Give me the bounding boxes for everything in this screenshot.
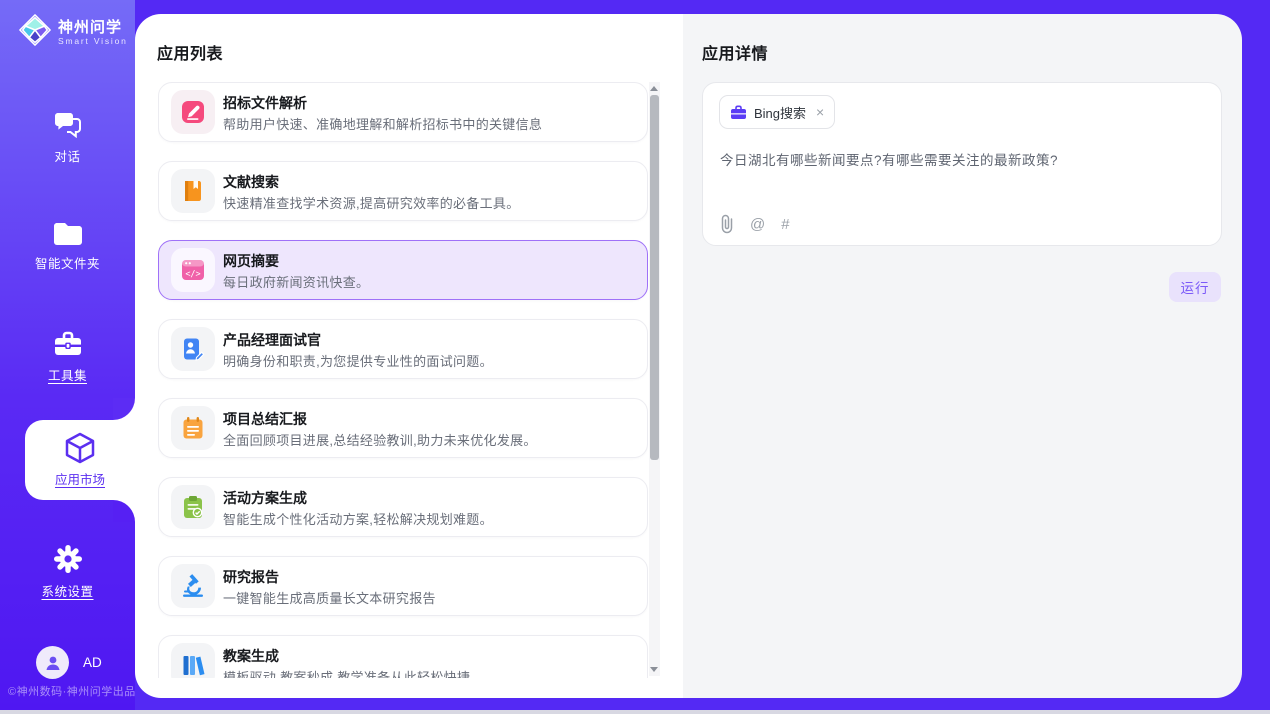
research-icon [171,564,215,608]
report-icon [171,406,215,450]
app-card-4[interactable]: 项目总结汇报全面回顾项目进展,总结经验教训,助力未来优化发展。 [158,398,648,458]
app-description: 每日政府新闻资讯快查。 [223,272,369,291]
avatar[interactable] [36,646,69,679]
app-list: 招标文件解析帮助用户快速、准确地理解和解析招标书中的关键信息文献搜索快速精准查找… [158,82,648,678]
cube-icon [65,432,95,464]
sidebar-item-label: 应用市场 [55,469,105,488]
sidebar-item-4[interactable]: 系统设置 [0,545,135,600]
sidebar-item-3[interactable]: 应用市场 [25,420,135,500]
app-name: 项目总结汇报 [223,409,307,429]
chat-icon [54,111,82,138]
app-description: 智能生成个性化活动方案,轻松解决规划难题。 [223,509,493,528]
sidebar-item-label: 系统设置 [41,581,93,600]
app-card-2[interactable]: </> 网页摘要每日政府新闻资讯快查。 [158,240,648,300]
app-name: 活动方案生成 [223,488,307,508]
app-name: 网页摘要 [223,251,279,271]
app-card-6[interactable]: 研究报告一键智能生成高质量长文本研究报告 [158,556,648,616]
person-icon [44,654,62,672]
attach-toolbar: @ # [720,214,790,234]
sidebar-item-label: 智能文件夹 [35,253,100,272]
app-card-5[interactable]: 活动方案生成智能生成个性化活动方案,轻松解决规划难题。 [158,477,648,537]
scrollbar[interactable] [649,82,660,676]
paperclip-icon[interactable] [720,214,734,234]
sidebar-item-2[interactable]: 工具集 [0,330,135,384]
app-name: 产品经理面试官 [223,330,321,350]
app-name: 研究报告 [223,567,279,587]
app-logo: 神州问学 Smart Vision [18,13,128,52]
app-list-panel: 应用列表 招标文件解析帮助用户快速、准确地理解和解析招标书中的关键信息文献搜索快… [135,14,683,698]
bottom-strip [0,710,1270,714]
prompt-card: Bing搜索 × 今日湖北有哪些新闻要点?有哪些需要关注的最新政策? @ # [702,82,1222,246]
svg-text:</>: </> [185,270,200,280]
app-description: 帮助用户快速、准确地理解和解析招标书中的关键信息 [223,114,542,133]
app-list-title: 应用列表 [157,40,223,64]
app-card-0[interactable]: 招标文件解析帮助用户快速、准确地理解和解析招标书中的关键信息 [158,82,648,142]
tool-tag-bing-search[interactable]: Bing搜索 × [719,95,835,129]
briefcase-icon [730,105,747,120]
app-name: 招标文件解析 [223,93,307,113]
app-description: 模板驱动,教案秒成,教学准备从此轻松快捷 [223,667,470,678]
copyright-footer: ©神州数码·神州问学出品 [8,683,136,699]
book-icon [171,169,215,213]
sidebar-item-0[interactable]: 对话 [0,111,135,165]
bubble-fillet-top [113,398,135,420]
app-card-7[interactable]: 教案生成模板驱动,教案秒成,教学准备从此轻松快捷 [158,635,648,678]
interview-icon [171,327,215,371]
app-description: 一键智能生成高质量长文本研究报告 [223,588,436,607]
query-input[interactable]: 今日湖北有哪些新闻要点?有哪些需要关注的最新政策? [720,151,1200,171]
app-name: 教案生成 [223,646,279,666]
edit-icon [171,90,215,134]
at-icon[interactable]: @ [750,216,765,233]
app-detail-panel: 应用详情 Bing搜索 × 今日湖北有哪些新闻要点?有哪些需要关注的最新政策? [683,14,1242,698]
gear-icon [54,545,82,573]
sidebar: 神州问学 Smart Vision 对话智能文件夹工具集应用市场系统设置 AD … [0,0,135,710]
sidebar-active-bubble: 应用市场 [25,420,135,500]
close-icon[interactable]: × [816,105,824,119]
clipboard-icon [171,485,215,529]
hash-icon[interactable]: # [781,216,789,233]
app-card-3[interactable]: 产品经理面试官明确身份和职责,为您提供专业性的面试问题。 [158,319,648,379]
user-row[interactable]: AD [36,646,102,679]
webpage-icon: </> [171,248,215,292]
scroll-up-arrow-icon[interactable] [650,86,658,91]
sidebar-item-label: 对话 [54,146,80,165]
tool-tag-label: Bing搜索 [754,103,806,122]
sidebar-item-label: 工具集 [48,365,87,384]
app-detail-title: 应用详情 [702,40,768,64]
toolbox-icon [53,330,83,357]
run-button[interactable]: 运行 [1169,272,1221,302]
books-icon [171,643,215,678]
brand-subtitle: Smart Vision [58,36,128,46]
sidebar-item-1[interactable]: 智能文件夹 [0,221,135,272]
app-name: 文献搜索 [223,172,279,192]
app-description: 明确身份和职责,为您提供专业性的面试问题。 [223,351,493,370]
scrollbar-thumb[interactable] [650,95,659,460]
app-description: 快速精准查找学术资源,提高研究效率的必备工具。 [223,193,520,212]
folder-icon [54,221,82,245]
user-initials: AD [83,655,102,670]
brand-name: 神州问学 [58,19,128,36]
scroll-down-arrow-icon[interactable] [650,667,658,672]
app-card-1[interactable]: 文献搜索快速精准查找学术资源,提高研究效率的必备工具。 [158,161,648,221]
brand-diamond-icon [18,13,52,52]
app-description: 全面回顾项目进展,总结经验教训,助力未来优化发展。 [223,430,537,449]
content-area: 应用列表 招标文件解析帮助用户快速、准确地理解和解析招标书中的关键信息文献搜索快… [135,14,1242,698]
bubble-fillet-bottom [113,500,135,522]
